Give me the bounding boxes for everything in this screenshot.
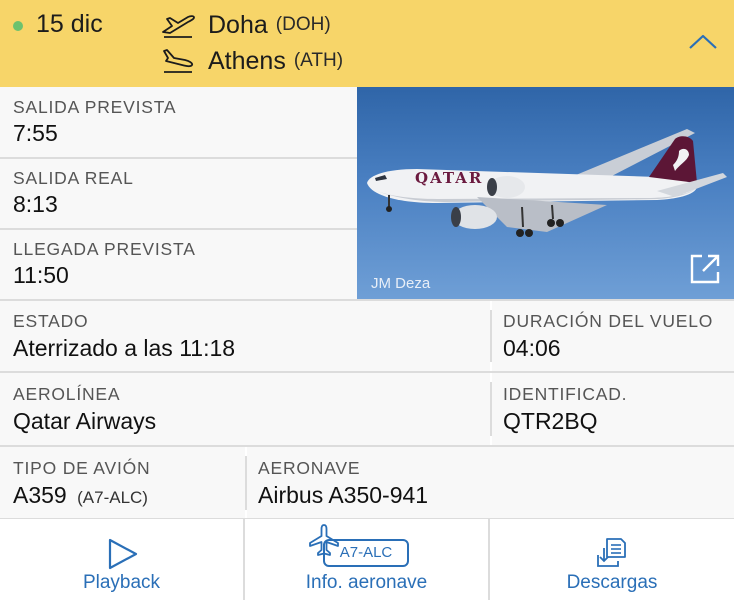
departure-row: Doha (DOH) (160, 8, 331, 42)
departure-city: Doha (208, 10, 268, 39)
actual-departure-value: 8:13 (13, 191, 58, 217)
airline-label: AEROLÍNEA (13, 384, 121, 404)
aircraft-image: QATAR (367, 129, 727, 237)
scheduled-arrival-value: 11:50 (13, 262, 69, 288)
aircraft-value: Airbus A350-941 (258, 482, 429, 508)
aircraft-label: AERONAVE (258, 458, 361, 478)
departure-code: (DOH) (275, 14, 331, 35)
aircraft-info-label: Info. aeronave (305, 572, 428, 593)
arrival-row: Athens (ATH) (160, 44, 343, 78)
downloads-button[interactable]: Descargas (490, 519, 734, 600)
landing-icon (163, 49, 194, 73)
playback-button[interactable]: Playback (0, 519, 243, 600)
registration-badge: A7-ALC (323, 539, 409, 567)
flight-header[interactable]: 15 dic Doha (DOH) Athens (ATH) (0, 0, 734, 87)
aircraft-type-label: TIPO DE AVIÓN (13, 458, 151, 478)
callsign-cell: IDENTIFICAD. QTR2BQ (492, 373, 734, 445)
scheduled-arrival-cell: LLEGADA PREVISTA 11:50 (0, 230, 357, 299)
external-link-icon[interactable] (688, 252, 722, 286)
scheduled-arrival-label: LLEGADA PREVISTA (13, 239, 196, 259)
takeoff-icon (162, 15, 195, 38)
aircraft-cell: AERONAVE Airbus A350-941 (247, 447, 734, 519)
scheduled-departure-value: 7:55 (13, 120, 58, 146)
aircraft-photo[interactable]: QATAR JM Deza (357, 87, 734, 299)
download-icon (597, 538, 626, 567)
playback-label: Playback (82, 572, 161, 593)
actual-departure-cell: SALIDA REAL 8:13 (0, 159, 357, 228)
chevron-up-icon[interactable] (686, 30, 720, 54)
duration-value: 04:06 (503, 335, 561, 361)
aircraft-info-button[interactable]: A7-ALC Info. aeronave (245, 519, 488, 600)
callsign-value: QTR2BQ (503, 408, 598, 434)
duration-label: DURACIÓN DEL VUELO (503, 311, 714, 331)
aircraft-type-value-row: A359 (A7-ALC) (13, 482, 148, 509)
flight-date: 15 dic (36, 10, 103, 38)
aircraft-type-cell: TIPO DE AVIÓN A359 (A7-ALC) (0, 447, 245, 519)
play-icon (108, 538, 138, 570)
airline-value: Qatar Airways (13, 408, 157, 434)
photo-credit: JM Deza (371, 275, 431, 292)
aircraft-type-value: A359 (13, 482, 67, 508)
scheduled-departure-label: SALIDA PREVISTA (13, 97, 177, 117)
bottom-toolbar: Playback A7-ALC Info. aeronave Descargas (0, 519, 734, 600)
status-cell: ESTADO Aterrizado a las 11:18 (0, 301, 490, 371)
livery-text: QATAR (415, 169, 483, 187)
status-label: ESTADO (13, 311, 89, 331)
arrival-code: (ATH) (293, 50, 344, 71)
aircraft-registration: (A7-ALC) (77, 488, 148, 507)
status-indicator-dot (13, 21, 23, 31)
airline-cell: AEROLÍNEA Qatar Airways (0, 373, 490, 445)
downloads-label: Descargas (566, 572, 658, 593)
status-value: Aterrizado a las 11:18 (13, 335, 236, 361)
callsign-label: IDENTIFICAD. (503, 384, 628, 404)
duration-cell: DURACIÓN DEL VUELO 04:06 (492, 301, 734, 371)
actual-departure-label: SALIDA REAL (13, 168, 134, 188)
arrival-city: Athens (208, 46, 286, 75)
scheduled-departure-cell: SALIDA PREVISTA 7:55 (0, 87, 357, 157)
